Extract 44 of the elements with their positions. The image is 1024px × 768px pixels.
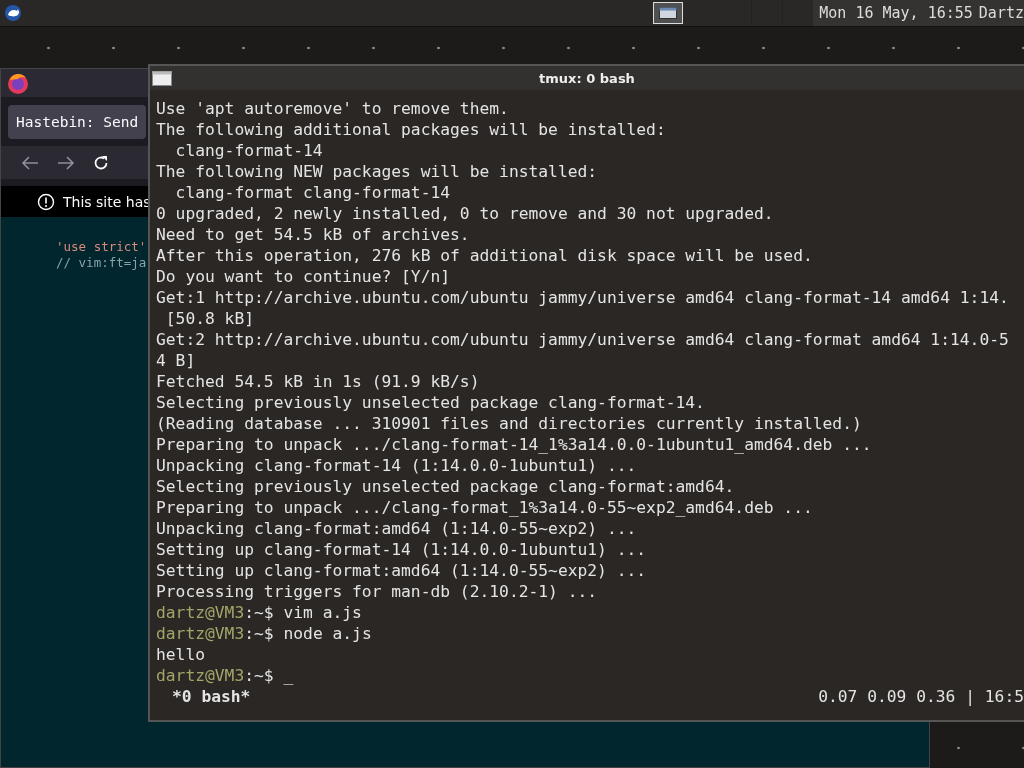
reload-icon[interactable]	[93, 154, 109, 171]
output-line: 4 B]	[156, 350, 197, 371]
output-line: clang-format-14	[174, 140, 324, 161]
output-line: Unpacking clang-format:amd64 (1:14.0-55~exp2) ...	[156, 518, 638, 539]
output-line: Preparing to unpack .../clang-format-14_1%3a14.0.0-1ubuntu1_amd64.deb ...	[156, 434, 873, 455]
code-line: 'use strict'	[56, 239, 147, 254]
prompt-line: dartz@VM3:~$ node a.js	[156, 623, 373, 644]
browser-tab[interactable]: Hastebin: Send	[8, 104, 146, 139]
output-line: Setting up clang-format-14 (1:14.0.0-1ubuntu1) ...	[156, 539, 648, 560]
user-name: Dartz	[978, 4, 1024, 22]
output-line: Preparing to unpack .../clang-format_1%3a14.0-55~exp2_amd64.deb ...	[156, 497, 814, 518]
output-line: Processing triggers for man-db (2.10.2-1) ...	[156, 581, 599, 602]
output-line: The following additional packages will be installed:	[156, 119, 667, 140]
window-icon	[152, 70, 172, 86]
code-line: // vim:ft=ja	[56, 255, 147, 270]
output-line: Need to get 54.5 kB of archives.	[156, 224, 471, 245]
firefox-logo-icon	[6, 71, 30, 95]
output-line: Selecting previously unselected package clang-format:amd64.	[156, 476, 736, 497]
output-line: clang-format clang-format-14	[174, 182, 452, 203]
output-line: Fetched 54.5 kB in 1s (91.9 kB/s)	[156, 371, 481, 392]
output-line: hello	[156, 644, 206, 665]
tmux-status: 0.07 0.09 0.36 | 16:5	[818, 686, 1024, 707]
output-line: The following NEW packages will be installed:	[156, 161, 599, 182]
prompt-line: dartz@VM3:~$ _	[156, 665, 295, 686]
window-icon	[659, 7, 678, 19]
output-line: After this operation, 276 kB of additional disk space will be used.	[156, 245, 814, 266]
output-line: Do you want to continue? [Y/n]	[156, 266, 452, 287]
output-line: Get:2 http://archive.ubuntu.com/ubuntu jammy/universe amd64 clang-format amd64 1:14.0-5	[156, 329, 1010, 350]
output-line: Use 'apt autoremove' to remove them.	[156, 98, 510, 119]
info-icon	[37, 192, 55, 211]
output-line: Setting up clang-format:amd64 (1:14.0-55~exp2) ...	[156, 560, 648, 581]
forward-icon[interactable]	[57, 154, 75, 171]
back-icon[interactable]	[21, 154, 39, 171]
output-line: Get:1 http://archive.ubuntu.com/ubuntu jammy/universe amd64 clang-format-14 amd64 1:14.	[156, 287, 1010, 308]
clock: Mon 16 May, 16:55	[819, 4, 973, 22]
output-line: Selecting previously unselected package clang-format-14.	[156, 392, 706, 413]
prompt-line: dartz@VM3:~$ vim a.js	[156, 602, 363, 623]
tmux-window-label: *0 bash*	[172, 686, 251, 707]
window-title: tmux: 0 bash	[539, 70, 635, 86]
output-line: 0 upgraded, 2 newly installed, 0 to remove and 30 not upgraded.	[156, 203, 775, 224]
output-line: Unpacking clang-format-14 (1:14.0.0-1ubuntu1) ...	[156, 455, 638, 476]
output-line: (Reading database ... 310901 files and directories currently installed.)	[156, 413, 863, 434]
window-button[interactable]	[653, 2, 684, 24]
output-line: [50.8 kB]	[164, 308, 256, 329]
